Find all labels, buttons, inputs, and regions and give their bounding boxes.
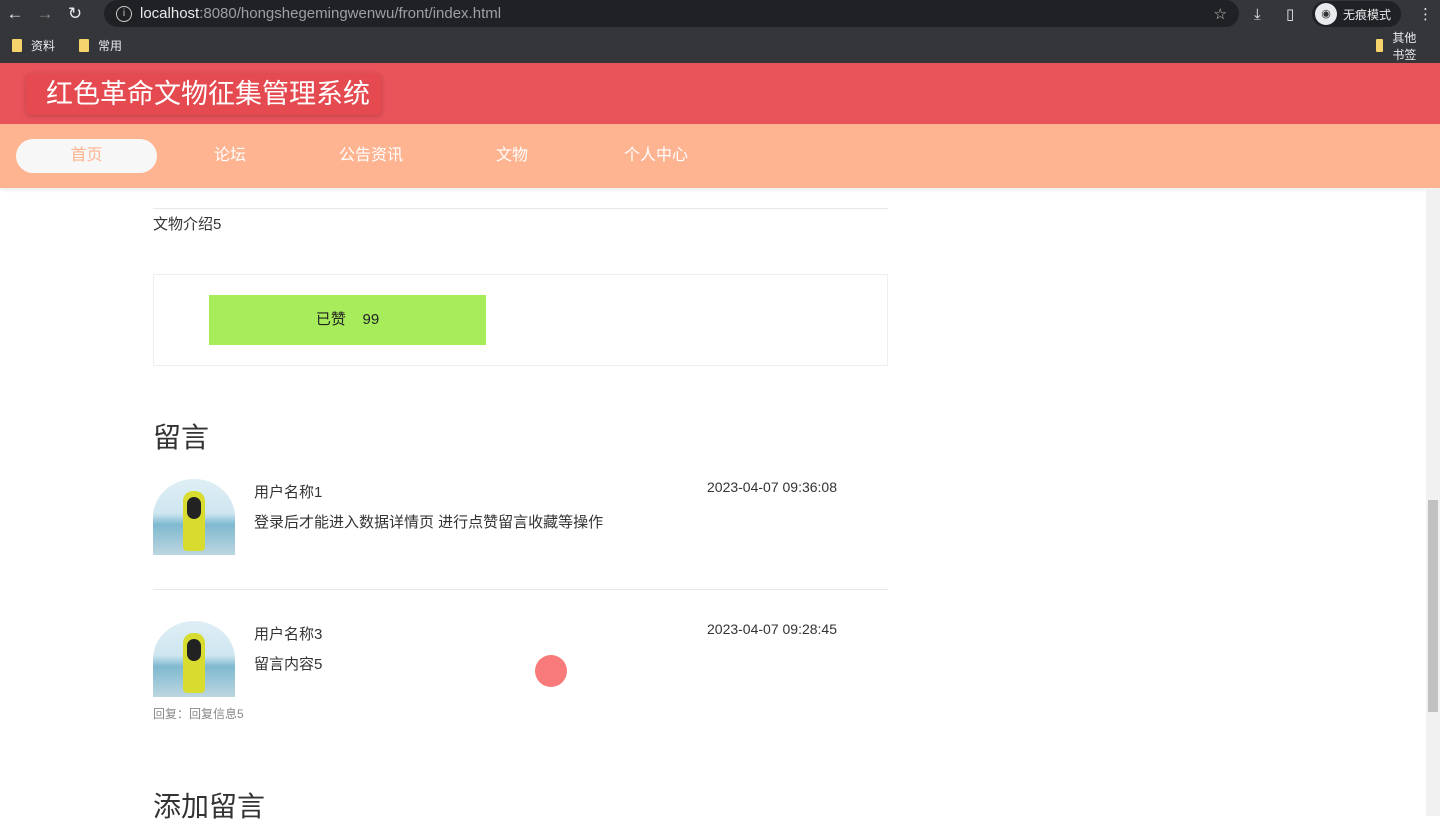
back-icon[interactable]: ← [0,4,30,24]
url-host: localhost [140,5,200,22]
bookmark-folder[interactable]: 资料 [12,37,55,54]
comment-text: 登录后才能进入数据详情页 进行点赞留言收藏等操作 [254,514,604,531]
relic-intro: 文物介绍5 [153,216,222,233]
info-icon[interactable]: i [116,5,132,22]
folder-icon [12,39,22,52]
menu-icon[interactable]: ⋮ [1418,0,1433,28]
nav-news[interactable]: 公告资讯 [311,139,431,173]
comment-reply: 回复：回复信息5 [153,707,244,721]
cursor-highlight [535,655,567,687]
incognito-label: 无痕模式 [1343,7,1392,22]
bookmark-label: 常用 [98,39,123,53]
bookmark-star-icon[interactable]: ☆ [1214,5,1227,23]
like-panel: 已赞 99 [153,274,888,366]
site-title: 红色革命文物征集管理系统 [26,74,381,115]
bookmarks-bar: 资料 常用 其他书签 [0,28,1440,63]
comments-title: 留言 [153,422,210,453]
reload-icon[interactable]: ↻ [60,4,90,24]
incognito-badge[interactable]: ◉ 无痕模式 [1312,1,1402,27]
bookmark-label: 其他书签 [1392,30,1417,62]
download-icon[interactable]: ⤓ [1254,0,1261,28]
like-label: 已赞 [315,311,346,328]
browser-toolbar: ← → ↻ i localhost:8080/hongshegemingwenw… [0,0,1440,28]
bookmark-folder[interactable]: 常用 [79,37,122,54]
folder-icon [1376,39,1384,52]
comment-time: 2023-04-07 09:28:45 [707,621,837,637]
folder-icon [79,39,90,52]
sidepanel-icon[interactable]: ▯ [1286,0,1294,28]
incognito-icon: ◉ [1315,3,1337,25]
comment-user: 用户名称3 [254,626,323,643]
comment-text: 留言内容5 [254,656,323,673]
scrollbar-thumb[interactable] [1428,500,1438,712]
forward-icon[interactable]: → [30,4,60,24]
divider [153,589,888,590]
main-nav: 首页 论坛 公告资讯 文物 个人中心 [0,124,1440,188]
like-button[interactable]: 已赞 99 [209,295,486,345]
other-bookmarks[interactable]: 其他书签 [1376,29,1428,63]
bookmark-label: 资料 [31,39,56,53]
comment-time: 2023-04-07 09:36:08 [707,479,837,495]
nav-home[interactable]: 首页 [16,139,157,173]
add-comment-title: 添加留言 [153,791,266,822]
scrollbar[interactable] [1426,188,1440,816]
avatar [153,621,235,697]
url-path: :8080/hongshegemingwenwu/front/index.htm… [199,5,502,22]
nav-relics[interactable]: 文物 [462,139,562,173]
nav-profile[interactable]: 个人中心 [606,139,706,173]
avatar [153,479,235,555]
nav-forum[interactable]: 论坛 [180,139,280,173]
address-bar[interactable]: i localhost:8080/hongshegemingwenwu/fron… [104,0,1239,27]
divider [153,208,888,209]
like-count: 99 [362,311,380,328]
site-header: 红色革命文物征集管理系统 [0,63,1440,124]
comment-user: 用户名称1 [254,484,323,501]
